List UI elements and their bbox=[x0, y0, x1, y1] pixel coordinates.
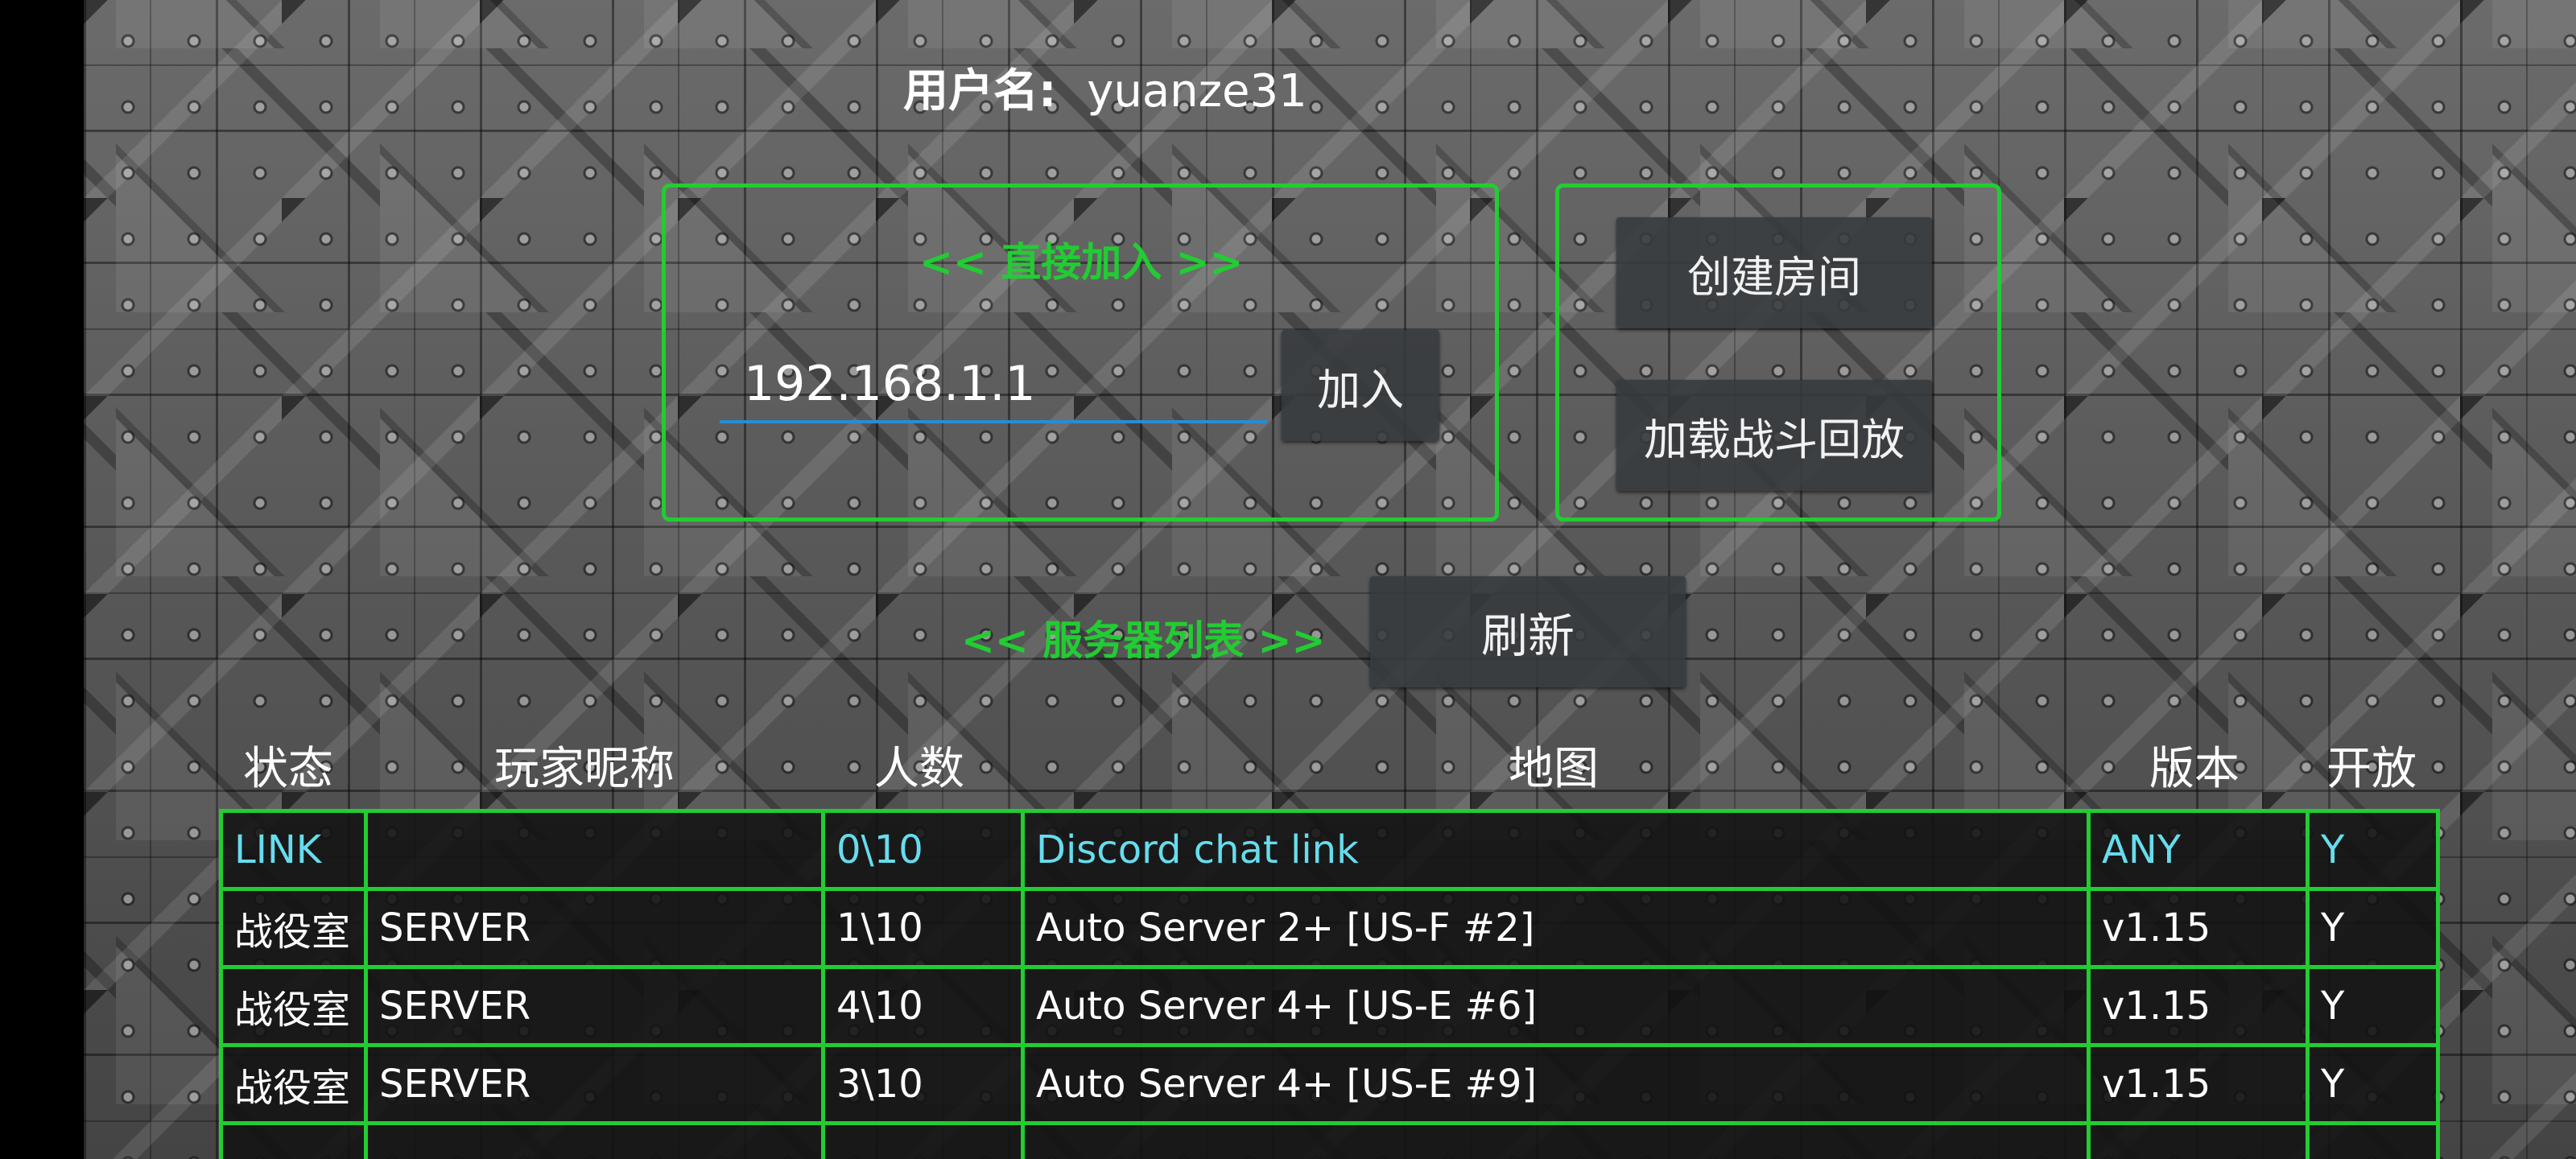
refresh-button[interactable]: 刷新 bbox=[1370, 576, 1686, 687]
cell-player: SERVER bbox=[364, 887, 825, 969]
load-replay-button[interactable]: 加载战斗回放 bbox=[1616, 380, 1932, 491]
column-header-status: 状态 bbox=[243, 743, 333, 795]
cell-empty bbox=[364, 1121, 825, 1159]
column-header-map: 地图 bbox=[1509, 743, 1599, 795]
cell-map: Discord chat link bbox=[1021, 809, 2091, 891]
cell-status: LINK bbox=[219, 809, 368, 891]
cell-version: v1.15 bbox=[2087, 1043, 2310, 1125]
server-row[interactable]: 战役室 SERVER 3\10 Auto Server 4+ [US-E #9]… bbox=[219, 1043, 2440, 1125]
cell-status: 战役室 bbox=[219, 887, 368, 969]
username-row: 用户名: yuanze31 bbox=[903, 55, 1307, 120]
cell-count: 3\10 bbox=[821, 1043, 1025, 1125]
cell-player: SERVER bbox=[364, 965, 825, 1047]
cell-version: v1.15 bbox=[2087, 887, 2310, 969]
ip-address-input[interactable] bbox=[720, 348, 1267, 423]
server-list-heading: << 服务器列表 >> bbox=[961, 617, 1326, 664]
server-list-table: LINK 0\10 Discord chat link ANY Y 战役室 SE… bbox=[219, 809, 2440, 1159]
cell-count: 4\10 bbox=[821, 965, 1025, 1047]
column-header-version: 版本 bbox=[2149, 743, 2240, 795]
server-row[interactable]: 战役室 SERVER 1\10 Auto Server 2+ [US-F #2]… bbox=[219, 887, 2440, 969]
column-header-count: 人数 bbox=[874, 743, 964, 795]
cell-map: Auto Server 4+ [US-E #6] bbox=[1021, 965, 2091, 1047]
column-header-open: 开放 bbox=[2326, 743, 2417, 795]
username-label: 用户名: bbox=[903, 65, 1057, 118]
create-room-button[interactable]: 创建房间 bbox=[1616, 217, 1932, 328]
cell-count: 1\10 bbox=[821, 887, 1025, 969]
cell-empty bbox=[821, 1121, 1025, 1159]
server-row[interactable]: LINK 0\10 Discord chat link ANY Y bbox=[219, 809, 2440, 891]
cell-version: ANY bbox=[2087, 809, 2310, 891]
cell-player bbox=[364, 809, 825, 891]
cell-count: 0\10 bbox=[821, 809, 1025, 891]
column-header-player: 玩家昵称 bbox=[494, 743, 675, 795]
cell-empty bbox=[1021, 1121, 2091, 1159]
username-value: yuanze31 bbox=[1087, 65, 1307, 118]
cell-open: Y bbox=[2306, 965, 2440, 1047]
server-row[interactable]: 战役室 SERVER 4\10 Auto Server 4+ [US-E #6]… bbox=[219, 965, 2440, 1047]
cell-empty bbox=[2306, 1121, 2440, 1159]
direct-join-heading: << 直接加入 >> bbox=[919, 239, 1244, 286]
cell-open: Y bbox=[2306, 1043, 2440, 1125]
cell-open: Y bbox=[2306, 809, 2440, 891]
cell-empty bbox=[219, 1121, 368, 1159]
multiplayer-screen: 用户名: yuanze31 << 直接加入 >> 加入 创建房间 加载战斗回放 … bbox=[84, 0, 2576, 1159]
join-button[interactable]: 加入 bbox=[1282, 330, 1439, 441]
cell-version: v1.15 bbox=[2087, 965, 2310, 1047]
cell-status: 战役室 bbox=[219, 965, 368, 1047]
cell-player: SERVER bbox=[364, 1043, 825, 1125]
cell-empty bbox=[2087, 1121, 2310, 1159]
cell-map: Auto Server 4+ [US-E #9] bbox=[1021, 1043, 2091, 1125]
cell-open: Y bbox=[2306, 887, 2440, 969]
server-row[interactable] bbox=[219, 1121, 2440, 1159]
cell-status: 战役室 bbox=[219, 1043, 368, 1125]
cell-map: Auto Server 2+ [US-F #2] bbox=[1021, 887, 2091, 969]
